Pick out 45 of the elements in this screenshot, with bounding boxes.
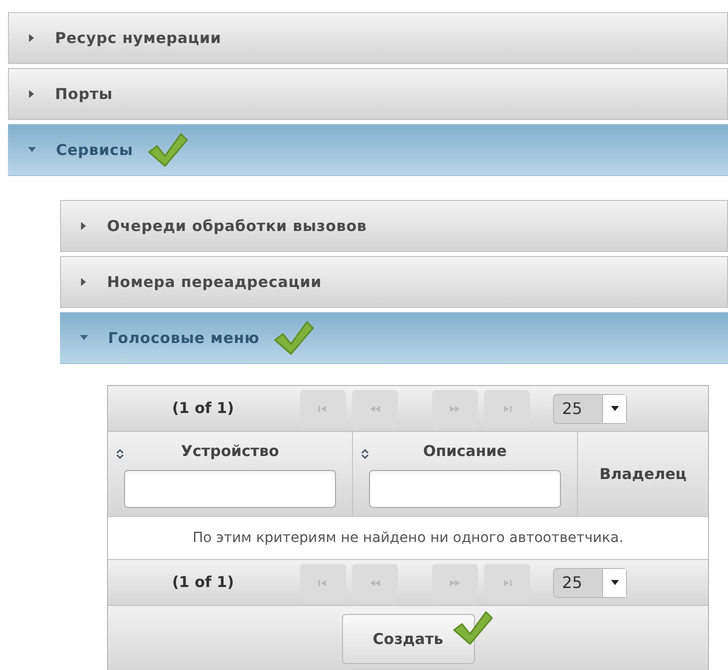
filter-input[interactable] — [124, 470, 336, 508]
section-title: Ресурс нумерации — [55, 28, 222, 49]
caret-down-icon — [80, 335, 88, 341]
caret-right-icon — [81, 278, 87, 286]
accordion-header[interactable]: Очереди обработки вызовов — [60, 200, 728, 252]
caret-right-icon — [81, 222, 87, 230]
previous-page-button[interactable] — [352, 390, 398, 428]
sort-icon[interactable] — [116, 448, 124, 460]
column-title: Устройство — [180, 440, 280, 462]
page-info: (1 of 1) — [171, 572, 235, 594]
column-header[interactable]: Описание — [353, 432, 578, 516]
first-page-button[interactable] — [300, 390, 346, 428]
last-page-button[interactable] — [484, 390, 530, 428]
dropdown-arrow-icon — [610, 580, 618, 585]
accordion-header[interactable]: Голосовые меню — [60, 312, 728, 364]
caret-right-icon — [29, 34, 35, 42]
section-title: Очереди обработки вызовов — [107, 216, 367, 237]
last-page-button[interactable] — [484, 564, 530, 602]
section-title: Голосовые меню — [108, 328, 260, 349]
caret-right-icon — [29, 90, 35, 98]
select-value: 25 — [562, 572, 582, 594]
next-page-button[interactable] — [432, 564, 478, 602]
column-title: Описание — [423, 440, 507, 462]
rows-per-page-select[interactable]: 25 — [553, 568, 627, 598]
next-page-button[interactable] — [432, 390, 478, 428]
rows-per-page-select[interactable]: 25 — [553, 394, 627, 424]
accordion-header[interactable]: Номера переадресации — [60, 256, 728, 308]
dropdown-arrow-icon — [610, 406, 618, 411]
select-value: 25 — [562, 398, 582, 420]
accordion-header[interactable]: Сервисы — [8, 124, 728, 176]
section-title: Номера переадресации — [107, 272, 322, 293]
caret-down-icon — [28, 147, 36, 153]
create-button[interactable]: Создать — [342, 614, 474, 664]
column-title: Владелец — [599, 464, 687, 485]
previous-page-button[interactable] — [352, 564, 398, 602]
accordion-header[interactable]: Ресурс нумерации — [8, 12, 728, 64]
page-info: (1 of 1) — [171, 398, 235, 420]
column-header[interactable]: Устройство — [108, 432, 353, 516]
filter-input[interactable] — [369, 470, 561, 508]
accordion-header[interactable]: Порты — [8, 68, 728, 120]
sort-icon[interactable] — [361, 448, 369, 460]
empty-message: По этим критериям не найдено ни одного автоответчика. — [192, 528, 624, 548]
first-page-button[interactable] — [300, 564, 346, 602]
section-title: Сервисы — [56, 140, 134, 161]
section-title: Порты — [55, 84, 113, 105]
